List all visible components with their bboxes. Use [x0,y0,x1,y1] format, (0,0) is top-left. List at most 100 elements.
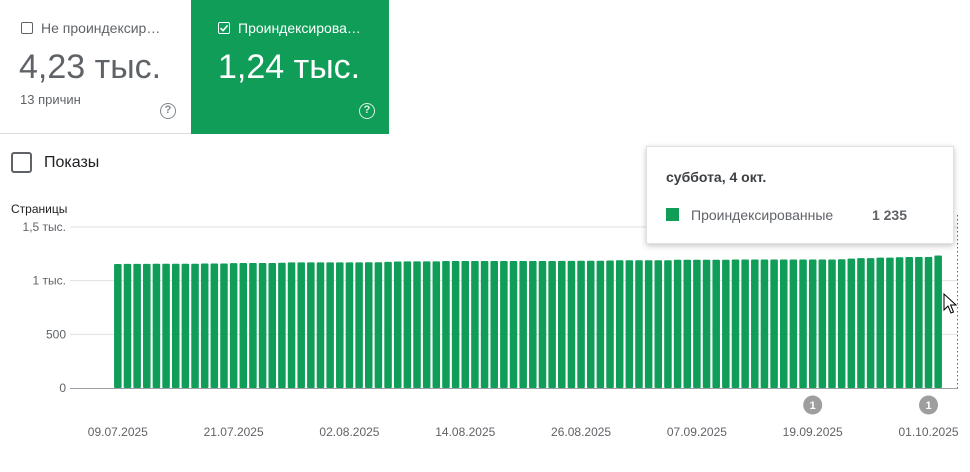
not-indexed-reasons: 13 причин [20,92,81,107]
indexed-bar [345,262,354,388]
x-tick-label: 01.10.2025 [898,425,958,439]
indexed-bar [818,259,827,388]
indexed-bar [538,261,547,388]
indexed-bar [876,257,885,388]
tooltip-value: 1 235 [871,207,907,223]
shows-checkbox[interactable] [11,152,32,173]
indexed-bar [915,257,923,388]
indexed-bar [432,261,441,388]
indexed-bar [847,258,856,388]
indexed-bar [519,261,527,388]
indexed-bar [413,261,421,388]
x-tick-label: 19.09.2025 [783,425,843,439]
y-tick-label: 1 тыс. [33,274,66,288]
indexed-bar [393,261,402,388]
annotation-label: 1 [925,400,931,412]
tooltip-series-swatch [666,208,679,221]
indexed-bar [673,259,682,388]
indexed-bar [683,259,692,388]
indexed-bar [364,262,373,388]
indexed-bar [287,262,296,388]
shows-label[interactable]: Показы [44,154,99,172]
indexed-bar [722,259,730,388]
indexed-bar [529,261,537,388]
x-tick-label: 21.07.2025 [204,425,264,439]
indexed-bar [837,259,846,388]
indexed-bar [741,259,749,388]
indexed-bar [114,264,122,388]
y-axis-title: Страницы [11,202,68,216]
y-tick-label: 0 [59,381,66,395]
indexed-bar [548,261,556,388]
indexed-bar [866,258,875,388]
indexed-bar [191,263,199,388]
indexed-bar [606,260,614,388]
indexed-bar [133,263,141,388]
not-indexed-label: Не проиндексир… [41,20,161,36]
indexed-label: Проиндексирова… [238,20,361,36]
indexed-bar [509,261,518,388]
indexed-bar [143,263,151,388]
x-tick-label: 14.08.2025 [435,425,495,439]
indexed-bar [480,261,489,388]
not-indexed-card[interactable]: Не проиндексир… 4,23 тыс. 13 причин ? [0,0,191,134]
indexed-bar [239,262,248,388]
indexed-bar [567,260,576,388]
indexed-bar [442,261,450,388]
indexed-bar [558,260,566,388]
indexed-bar [123,263,132,388]
indexed-bar [615,260,624,388]
indexed-bar [403,261,412,388]
annotation-marker: 1 [803,395,823,415]
help-icon[interactable]: ? [160,103,176,119]
y-tick-label: 500 [46,327,66,341]
indexed-bar [152,263,161,388]
indexed-pages-chart[interactable]: 0 500 1 тыс. 1,5 тыс. 09.07.2025 21.07.2025 02… [0,215,970,472]
indexed-bar [635,260,643,388]
indexed-bar [702,259,711,388]
indexed-bar [181,263,190,388]
annotation-label: 1 [810,400,816,412]
indexed-bar [355,262,363,388]
indexed-bar [895,257,904,388]
indexed-bar [799,259,807,388]
indexed-bar [789,259,798,388]
indexed-card[interactable]: Проиндексирова… 1,24 тыс. ? [191,0,389,134]
indexed-checkbox[interactable] [218,22,230,34]
indexed-bar [471,261,479,388]
x-tick-label: 07.09.2025 [667,425,727,439]
indexed-bar [500,261,508,388]
indexed-bar [249,262,257,388]
help-icon[interactable]: ? [359,103,375,119]
indexed-value: 1,24 тыс. [218,48,361,86]
indexed-bar [384,261,392,388]
indexed-bar [326,262,334,388]
indexed-bar [258,262,267,388]
indexed-bar [278,262,286,388]
indexed-bar [828,259,836,388]
indexed-bar [220,263,228,388]
indexed-bar [316,262,325,388]
indexed-bar [625,260,634,388]
indexed-bar [664,260,672,388]
indexed-bar [751,259,759,388]
indexed-bar [770,259,778,388]
indexed-bar [307,262,315,388]
y-tick-label: 1,5 тыс. [23,220,66,234]
chart-tooltip: суббота, 4 окт. Проиндексированные 1 235 [646,146,954,244]
indexed-bar [857,258,865,388]
indexed-bar [886,257,894,388]
mouse-pointer-icon [943,293,957,314]
check-icon [219,24,229,32]
indexed-bar [422,261,431,388]
indexed-bar [490,261,498,388]
indexed-bar [760,259,769,388]
tooltip-series-name: Проиндексированные [691,207,834,223]
indexed-bar [210,263,219,388]
indexed-bar [229,263,238,388]
not-indexed-checkbox[interactable] [21,22,33,34]
indexed-bar [731,259,740,388]
tooltip-date: суббота, 4 окт. [666,169,767,185]
indexed-bar [451,261,460,388]
indexed-bar [924,256,933,388]
